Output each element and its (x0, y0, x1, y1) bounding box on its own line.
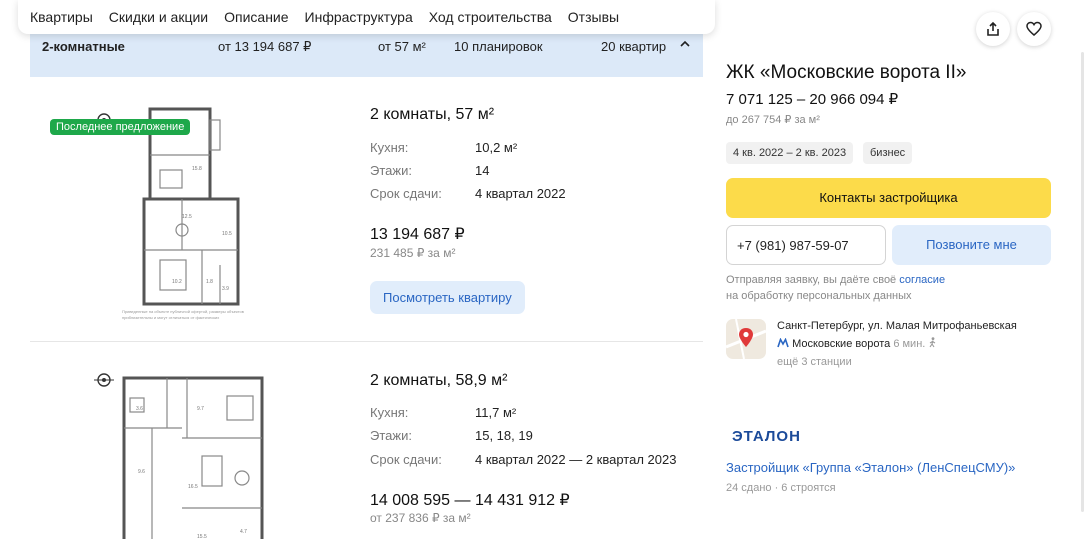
metro-station-name: Московские ворота (792, 338, 891, 350)
complex-address: Санкт-Петербург, ул. Малая Митрофаньевск… (777, 320, 1017, 332)
class-tag: бизнес (863, 142, 913, 164)
deadline-tag: 4 кв. 2022 – 2 кв. 2023 (726, 142, 854, 164)
share-button[interactable] (976, 12, 1010, 46)
kitchen-value: 11,7 м² (475, 405, 517, 420)
developer-stats: 24 сдано · 6 строятся (726, 482, 836, 494)
complex-price-per-m2: до 267 754 ₽ за м² (726, 114, 820, 126)
listing-card[interactable]: 3.6 9.7 9.6 16.5 15.5 4.7 2 комнаты, 58,… (30, 356, 703, 539)
metro-time: 6 мин. (893, 338, 926, 350)
svg-text:9.7: 9.7 (197, 406, 204, 412)
deadline-value: 4 квартал 2022 (475, 186, 566, 201)
kitchen-label: Кухня: (370, 140, 409, 155)
listing-price-per-m2: 231 485 ₽ за м² (370, 246, 456, 260)
metro-station[interactable]: Московские ворота 6 мин. (777, 337, 937, 350)
heart-icon (1026, 21, 1042, 36)
nav-item-reviews[interactable]: Отзывы (568, 9, 619, 25)
svg-text:10.5: 10.5 (222, 231, 232, 237)
phone-field[interactable] (726, 225, 886, 265)
complex-price-range: 7 071 125 – 20 966 094 ₽ (726, 91, 899, 108)
page: 2-комнатные от 13 194 687 ₽ от 57 м² 10 … (0, 0, 1086, 539)
rooms-apartments-count: 20 квартир (601, 39, 667, 54)
listing-title[interactable]: 2 комнаты, 58,9 м² (370, 372, 507, 390)
consent-text-end: на обработку персональных данных (726, 290, 912, 302)
metro-icon (777, 337, 789, 348)
consent-text: Отправляя заявку, вы даёте своё согласие… (726, 272, 1046, 304)
deadline-value: 4 квартал 2022 — 2 квартал 2023 (475, 452, 677, 467)
compass-icon (94, 373, 114, 387)
svg-text:16.5: 16.5 (188, 484, 198, 490)
listing-price: 13 194 687 ₽ (370, 226, 465, 243)
nav-item-apartments[interactable]: Квартиры (30, 9, 93, 25)
view-apartment-button[interactable]: Посмотреть квартиру (370, 281, 525, 314)
more-stations-link[interactable]: ещё 3 станции (777, 356, 852, 368)
nav-item-description[interactable]: Описание (224, 9, 288, 25)
listing-price-per-m2: от 237 836 ₽ за м² (370, 511, 471, 525)
svg-text:15.8: 15.8 (192, 166, 202, 172)
rooms-price-from: от 13 194 687 ₽ (218, 39, 312, 54)
floor-plan-image[interactable]: 3.6 9.7 9.6 16.5 15.5 4.7 (42, 368, 292, 539)
walk-icon (929, 337, 936, 348)
rooms-layouts-count: 10 планировок (454, 39, 543, 54)
svg-text:4.7: 4.7 (240, 529, 247, 535)
deadline-label: Срок сдачи: (370, 452, 442, 467)
svg-text:приблизительны и могут отличат: приблизительны и могут отличаться от фак… (122, 315, 219, 320)
floors-value: 15, 18, 19 (475, 428, 533, 443)
nav-item-construction-progress[interactable]: Ход строительства (429, 9, 552, 25)
svg-text:9.6: 9.6 (138, 469, 145, 475)
rooms-area-from: от 57 м² (378, 39, 426, 54)
floors-label: Этажи: (370, 428, 412, 443)
listing-title[interactable]: 2 комнаты, 57 м² (370, 106, 494, 124)
call-me-button[interactable]: Позвоните мне (892, 225, 1051, 265)
complex-title: ЖК «Московские ворота II» (726, 62, 967, 83)
svg-text:12.5: 12.5 (182, 214, 192, 220)
svg-text:3.6: 3.6 (136, 406, 143, 412)
svg-text:1.8: 1.8 (206, 279, 213, 285)
last-offer-badge: Последнее предложение (50, 119, 191, 135)
kitchen-value: 10,2 м² (475, 140, 518, 155)
share-icon (987, 21, 999, 36)
svg-text:3.9: 3.9 (222, 286, 229, 292)
section-nav: Квартиры Скидки и акции Описание Инфраст… (18, 0, 715, 34)
nav-item-discounts[interactable]: Скидки и акции (109, 9, 208, 25)
developer-contacts-button[interactable]: Контакты застройщика (726, 178, 1051, 218)
kitchen-label: Кухня: (370, 405, 409, 420)
svg-text:Приведенные на объекте публичн: Приведенные на объекте публичной офертой… (122, 309, 244, 314)
listing-card[interactable]: Последнее предложение 12.5 15.8 10.5 10.… (30, 92, 703, 342)
favorite-button[interactable] (1017, 12, 1051, 46)
rooms-type: 2-комнатные (42, 39, 125, 54)
consent-text-start: Отправляя заявку, вы даёте своё (726, 274, 897, 286)
floors-value: 14 (475, 163, 490, 178)
listings-column: 2-комнатные от 13 194 687 ₽ от 57 м² 10 … (0, 0, 716, 539)
svg-text:10.2: 10.2 (172, 279, 182, 285)
complex-sidebar: ЖК «Московские ворота II» 7 071 125 – 20… (716, 0, 1086, 539)
floors-label: Этажи: (370, 163, 412, 178)
chevron-up-icon[interactable] (679, 38, 691, 53)
nav-item-infrastructure[interactable]: Инфраструктура (305, 9, 413, 25)
map-thumbnail[interactable] (726, 319, 766, 359)
consent-link[interactable]: согласие (899, 274, 945, 286)
svg-text:15.5: 15.5 (197, 534, 207, 539)
listing-price: 14 008 595 — 14 431 912 ₽ (370, 492, 570, 509)
developer-logo[interactable]: ЭТАЛОН (732, 428, 801, 445)
scrollbar[interactable] (1081, 52, 1084, 512)
deadline-label: Срок сдачи: (370, 186, 442, 201)
developer-link[interactable]: Застройщик «Группа «Эталон» (ЛенСпецСМУ)… (726, 460, 1015, 475)
